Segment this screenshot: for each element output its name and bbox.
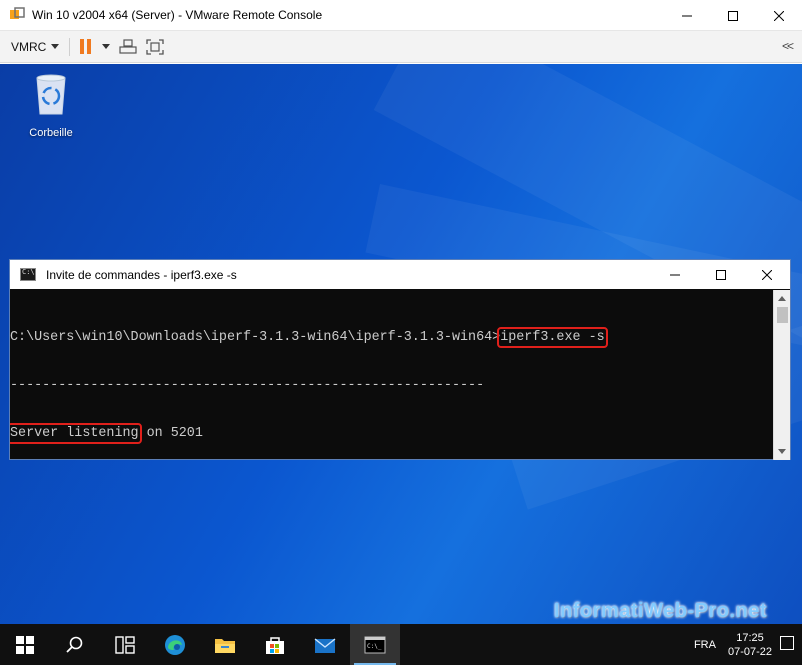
close-icon [774,10,784,21]
clock-time: 17:25 [736,631,764,644]
start-button[interactable] [0,624,50,665]
toolbar-divider [69,37,71,56]
cmd-close-button[interactable] [744,260,790,289]
vmrc-toolbar: VMRC << [0,31,802,63]
cmd-scrollbar[interactable] [773,290,790,460]
chevron-down-icon [51,44,60,49]
cmd-titlebar[interactable]: Invite de commandes - iperf3.exe -s [10,260,790,289]
svg-text:C:\_: C:\_ [367,643,382,650]
console-line-status: Server listening on 5201 [10,423,774,444]
server-listening-highlight: Server listening [10,423,142,444]
command-prompt-window[interactable]: Invite de commandes - iperf3.exe -s C:\U… [9,259,791,460]
vmrc-menu-label: VMRC [11,39,47,54]
console-line-prompt: C:\Users\win10\Downloads\iperf-3.1.3-win… [10,327,774,348]
watermark: InformatiWeb-Pro.net [554,600,767,622]
store-icon [266,636,284,654]
notification-icon[interactable] [780,636,794,650]
search-button[interactable] [50,624,100,665]
vmrc-logo-icon [9,7,25,23]
desktop: Corbeille Invite de commandes - iperf3.e… [0,64,802,624]
task-view-icon [115,635,135,654]
fullscreen-button[interactable] [146,38,164,55]
task-view-button[interactable] [100,624,150,665]
recycle-bin-shortcut[interactable]: Corbeille [21,74,81,139]
file-explorer-icon [215,638,235,653]
mail-icon [314,637,336,653]
system-tray: FRA 17:25 07-07-22 [694,624,802,665]
maximize-button[interactable] [710,0,756,31]
cmd-minimize-button[interactable] [652,260,698,289]
minimize-icon [670,274,680,275]
pause-dropdown-icon[interactable] [102,44,111,49]
minimize-button[interactable] [664,0,710,31]
send-ctrl-alt-del-icon [119,38,137,54]
edge-button[interactable] [150,624,200,665]
recycle-bin-icon [36,74,66,115]
scroll-thumb[interactable] [777,307,788,323]
pause-icon [80,39,85,54]
vmrc-titlebar[interactable]: Win 10 v2004 x64 (Server) - VMware Remot… [0,0,802,31]
recycle-bin-label: Corbeille [29,127,73,139]
cmd-icon: C:\_ [364,636,386,653]
vmrc-window-title: Win 10 v2004 x64 (Server) - VMware Remot… [32,8,323,22]
cmd-icon [20,268,36,281]
console-port-text: on 5201 [138,426,203,441]
maximize-icon [728,10,738,21]
close-button[interactable] [756,0,802,31]
console-line-separator: ----------------------------------------… [10,378,485,393]
console-command-highlight: iperf3.exe -s [497,327,608,348]
cmd-title: Invite de commandes - iperf3.exe -s [46,267,237,282]
store-button[interactable] [250,624,300,665]
close-icon [762,269,772,280]
collapse-icon[interactable]: << [782,39,794,53]
clock[interactable]: 17:25 07-07-22 [728,631,772,659]
console-prompt: C:\Users\win10\Downloads\iperf-3.1.3-win… [10,330,501,345]
pause-button[interactable] [80,39,111,54]
edge-icon [165,634,185,655]
maximize-icon [716,269,726,280]
fullscreen-icon [146,38,164,55]
taskbar: C:\_ FRA 17:25 07-07-22 [0,624,802,665]
send-ctrl-alt-del-button[interactable] [119,38,137,55]
file-explorer-button[interactable] [200,624,250,665]
mail-button[interactable] [300,624,350,665]
start-icon [16,635,34,654]
minimize-icon [682,15,692,16]
language-indicator[interactable]: FRA [694,639,716,651]
cmd-taskbar-button[interactable]: C:\_ [350,624,400,665]
vmrc-window: Win 10 v2004 x64 (Server) - VMware Remot… [0,0,802,665]
search-icon [66,636,83,653]
scroll-down-icon[interactable] [778,449,786,454]
cmd-maximize-button[interactable] [698,260,744,289]
vmrc-menu-button[interactable]: VMRC [11,39,60,54]
scroll-up-icon[interactable] [778,296,786,301]
clock-date: 07-07-22 [727,645,772,658]
cmd-console-output[interactable]: C:\Users\win10\Downloads\iperf-3.1.3-win… [10,290,774,460]
